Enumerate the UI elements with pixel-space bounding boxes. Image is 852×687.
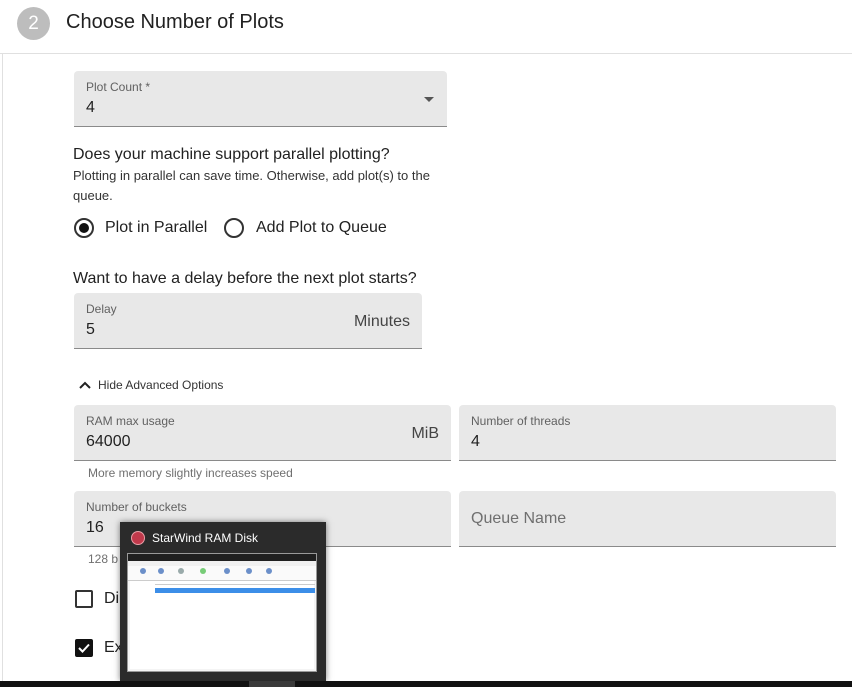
preview-toolbar xyxy=(128,566,316,581)
radio-label: Plot in Parallel xyxy=(105,219,208,236)
parallel-radio-group: Plot in Parallel Add Plot to Queue xyxy=(74,217,404,239)
chevron-up-icon xyxy=(79,381,91,389)
buckets-label: Number of buckets xyxy=(86,500,187,514)
threads-label: Number of threads xyxy=(471,414,571,428)
parallel-description: Plotting in parallel can save time. Othe… xyxy=(73,168,430,203)
checkmark-icon xyxy=(78,643,90,653)
thumbnail-title: StarWind RAM Disk xyxy=(152,531,259,545)
preview-device-list xyxy=(130,581,315,669)
advanced-toggle-label: Hide Advanced Options xyxy=(98,378,224,392)
delay-value: 5 xyxy=(86,321,95,338)
ram-helper-text: More memory slightly increases speed xyxy=(88,466,293,480)
radio-unchecked-icon xyxy=(224,218,244,238)
checkbox-unchecked-icon xyxy=(75,590,93,608)
delay-input[interactable]: Delay 5 Minutes xyxy=(74,293,422,349)
checkbox-checked-icon xyxy=(75,639,93,657)
radio-add-plot-to-queue[interactable]: Add Plot to Queue xyxy=(224,217,394,239)
taskbar-window-thumbnail[interactable]: StarWind RAM Disk xyxy=(120,522,326,681)
dropdown-arrow-icon xyxy=(424,97,434,102)
ram-disk-app-icon xyxy=(131,531,145,545)
delay-question: Want to have a delay before the next plo… xyxy=(73,270,417,287)
step-number-badge: 2 xyxy=(17,7,50,40)
preview-toolbar-icon xyxy=(178,568,184,574)
plot-count-select[interactable]: Plot Count * 4 xyxy=(74,71,447,127)
preview-toolbar-icon xyxy=(266,568,272,574)
plot-count-value: 4 xyxy=(86,99,95,116)
ram-value: 64000 xyxy=(86,433,131,450)
ram-unit: MiB xyxy=(411,425,439,442)
ram-label: RAM max usage xyxy=(86,414,175,428)
thumbnail-window-preview xyxy=(127,553,317,672)
preview-list-header xyxy=(155,581,315,585)
ram-max-usage-input[interactable]: RAM max usage 64000 MiB xyxy=(74,405,451,461)
radio-label: Add Plot to Queue xyxy=(256,219,387,236)
preview-titlebar xyxy=(128,554,316,561)
taskbar xyxy=(0,681,852,687)
delay-label: Delay xyxy=(86,302,117,316)
plot-settings-page: 2 Choose Number of Plots Plot Count * 4 … xyxy=(0,0,852,687)
preview-toolbar-icon xyxy=(158,568,164,574)
preview-toolbar-icon xyxy=(224,568,230,574)
delay-unit: Minutes xyxy=(353,313,410,330)
preview-toolbar-icon xyxy=(246,568,252,574)
step-header: 2 Choose Number of Plots xyxy=(0,0,852,54)
buckets-value: 16 xyxy=(86,519,104,536)
preview-toolbar-icon xyxy=(200,568,206,574)
taskbar-active-app-button[interactable] xyxy=(249,681,295,687)
queue-name-input[interactable]: Queue Name xyxy=(459,491,836,547)
preview-toolbar-icon xyxy=(140,568,146,574)
preview-selected-row xyxy=(155,588,315,593)
number-of-threads-input[interactable]: Number of threads 4 xyxy=(459,405,836,461)
checkbox-label: Di xyxy=(104,590,120,607)
threads-value: 4 xyxy=(471,433,480,450)
section-divider xyxy=(2,54,3,687)
radio-plot-in-parallel[interactable]: Plot in Parallel xyxy=(74,217,214,239)
step-title: Choose Number of Plots xyxy=(66,11,284,33)
radio-checked-icon xyxy=(74,218,94,238)
plot-count-label: Plot Count * xyxy=(86,80,151,94)
buckets-helper-text: 128 b xyxy=(88,552,119,566)
parallel-question: Does your machine support parallel plott… xyxy=(73,146,390,163)
queue-name-placeholder: Queue Name xyxy=(471,510,567,527)
